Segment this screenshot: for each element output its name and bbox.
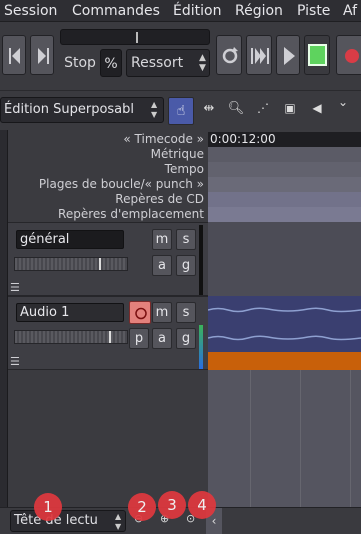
goto-end-button[interactable]	[30, 35, 54, 75]
cd-markers-ruler[interactable]	[208, 192, 361, 207]
audio-meter	[199, 325, 203, 369]
master-track-name[interactable]: général	[16, 230, 124, 249]
audio-menu-icon[interactable]: ☰	[10, 355, 20, 368]
audio-rec-arm-button[interactable]	[129, 301, 151, 324]
master-gain-fader[interactable]	[14, 257, 128, 271]
loop-icon	[222, 47, 238, 64]
ruler-label-tempo[interactable]: Tempo	[165, 162, 204, 176]
master-menu-icon[interactable]: ☰	[10, 281, 20, 294]
audio-automation-button[interactable]: a	[152, 328, 172, 349]
master-group-button[interactable]: g	[176, 255, 196, 276]
updown-icon: ▲ ▼	[115, 512, 122, 531]
record-arm-icon	[135, 307, 147, 320]
menu-affichage[interactable]: Af	[343, 3, 357, 19]
audition-icon: ▣	[284, 101, 296, 115]
ruler-label-metrique[interactable]: Métrique	[151, 147, 204, 161]
more-tools-button[interactable]: ⌄	[332, 95, 354, 117]
stop-square-icon	[308, 44, 327, 66]
badge-3: 3	[158, 491, 186, 519]
audio-playlist-button[interactable]: p	[129, 328, 149, 349]
fader-handle	[99, 258, 101, 270]
audio-track-name[interactable]: Audio 1	[16, 303, 124, 322]
master-track-lane[interactable]	[208, 222, 361, 296]
zoom-tool-button[interactable]: 🔍︎	[225, 101, 247, 123]
audio-track-header[interactable]: Audio 1 m s p a g ☰	[8, 296, 208, 370]
master-automation-button[interactable]: a	[152, 255, 172, 276]
play-range-icon	[251, 48, 269, 64]
shuttle-stop-label: Stop	[64, 55, 96, 71]
hand-icon: ☝	[176, 103, 186, 119]
badge-2: 2	[128, 493, 156, 521]
menu-edition[interactable]: Édition	[173, 3, 221, 19]
audio-solo-button[interactable]: s	[176, 302, 196, 323]
audio-mute-button[interactable]: m	[152, 302, 172, 323]
audio-region[interactable]	[208, 296, 361, 370]
speaker-icon: ◀	[312, 101, 322, 115]
grid-line	[250, 370, 251, 507]
menu-session[interactable]: Session	[4, 3, 57, 19]
audition-tool-button[interactable]: ▣	[279, 101, 301, 123]
grab-tool-button[interactable]: ☝	[168, 97, 194, 125]
skip-end-icon	[38, 48, 49, 64]
menu-commandes[interactable]: Commandes	[72, 3, 160, 19]
fader-handle	[109, 331, 111, 343]
play-icon	[284, 47, 295, 65]
master-solo-button[interactable]: s	[176, 229, 196, 250]
audio-group-button[interactable]: g	[176, 328, 196, 349]
stop-button[interactable]	[304, 35, 330, 75]
loop-button[interactable]	[216, 35, 242, 75]
shuttle-slider[interactable]	[60, 29, 210, 45]
badge-4: 4	[188, 491, 216, 519]
loop-punch-ruler[interactable]	[208, 177, 361, 192]
stretch-tool-button[interactable]: ◀	[306, 101, 328, 123]
chevron-down-icon: ⌄	[337, 95, 349, 109]
play-range-button[interactable]	[246, 35, 272, 75]
master-meter	[199, 225, 203, 295]
grid-line	[300, 370, 301, 507]
transport-bar: Stop % Ressort ▲ ▼	[0, 22, 361, 90]
playhead-combo[interactable]: Tête de lectu ▲ ▼	[10, 510, 126, 532]
chevron-left-icon: ‹	[211, 514, 217, 528]
shuttle-position-marker	[136, 32, 138, 43]
ruler-area[interactable]: 0:00:12:00	[208, 132, 361, 222]
grid-line	[350, 370, 351, 507]
menu-piste[interactable]: Piste	[297, 3, 330, 19]
shuttle-mode-combo[interactable]: Ressort ▲ ▼	[126, 49, 210, 77]
badge-1: 1	[34, 493, 62, 521]
waveform	[208, 307, 361, 341]
menu-region[interactable]: Région	[235, 3, 283, 19]
draw-line-icon: ⋰	[257, 101, 269, 115]
ruler-label-cd-markers[interactable]: Repères de CD	[115, 192, 204, 206]
play-button[interactable]	[276, 35, 300, 75]
menu-bar: Session Commandes Édition Région Piste A…	[0, 0, 361, 22]
meter-ruler[interactable]	[208, 147, 361, 162]
master-track-header[interactable]: général m s a g ☰	[8, 222, 208, 296]
timecode-ruler[interactable]: 0:00:12:00	[208, 132, 361, 147]
tempo-ruler[interactable]	[208, 162, 361, 177]
ruler-labels: « Timecode » Métrique Tempo Plages de bo…	[8, 132, 208, 222]
edit-toolbar: Édition Superposabl ▲ ▼ ☝ ⇹ 🔍︎ ⋰ ▣ ◀ ⌄	[0, 90, 361, 130]
location-markers-ruler[interactable]	[208, 207, 361, 222]
updown-icon: ▲ ▼	[199, 53, 206, 73]
ruler-label-timecode[interactable]: « Timecode »	[123, 132, 204, 146]
editor-canvas[interactable]	[208, 222, 361, 507]
ruler-label-location-markers[interactable]: Repères d'emplacement	[58, 207, 204, 221]
draw-tool-button[interactable]: ⋰	[252, 101, 274, 123]
record-button[interactable]	[336, 35, 361, 75]
range-tool-button[interactable]: ⇹	[198, 101, 220, 123]
record-icon	[345, 49, 359, 63]
goto-start-button[interactable]	[2, 35, 26, 75]
range-icon: ⇹	[203, 101, 215, 116]
region-name-bar	[208, 352, 361, 370]
updown-icon: ▲ ▼	[151, 100, 158, 119]
skip-start-icon	[9, 48, 20, 64]
edit-mode-combo[interactable]: Édition Superposabl ▲ ▼	[0, 97, 164, 123]
magnifier-icon: 🔍︎	[227, 101, 245, 116]
audio-gain-fader[interactable]	[14, 330, 128, 344]
timecode-value: 0:00:12:00	[210, 132, 276, 146]
ruler-label-loop-punch[interactable]: Plages de boucle/« punch »	[39, 177, 204, 191]
master-mute-button[interactable]: m	[152, 229, 172, 250]
left-edge-strip	[0, 130, 8, 507]
percent-button[interactable]: %	[100, 49, 122, 77]
